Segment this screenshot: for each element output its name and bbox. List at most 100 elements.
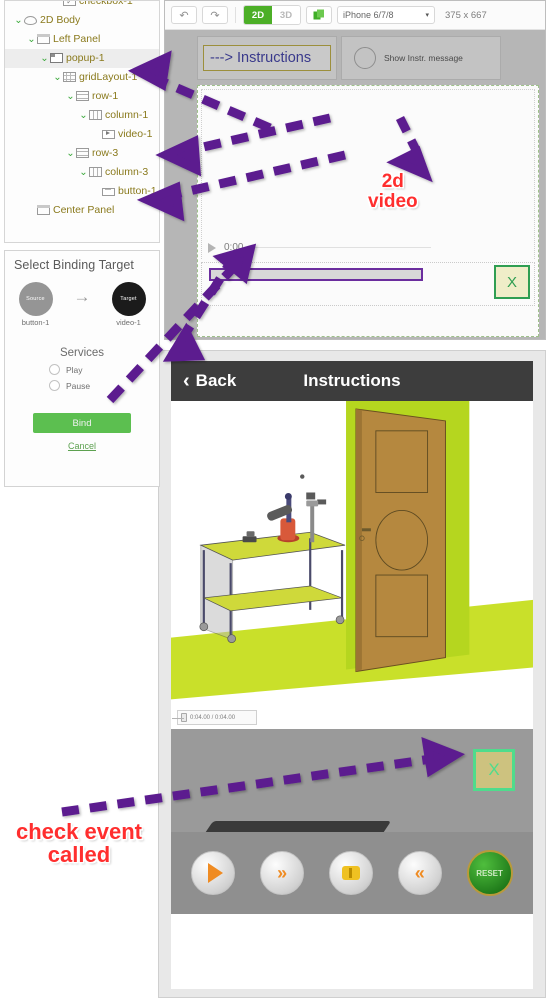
chevron-down-icon[interactable]: ⌄: [26, 34, 37, 45]
bind-button[interactable]: Bind: [33, 413, 131, 433]
grid-icon-wrap: [63, 72, 76, 83]
video-time-label: 0:00: [224, 242, 244, 253]
tree-item-label: column-1: [105, 109, 149, 122]
fast-forward-icon: »: [277, 862, 288, 883]
radio-icon[interactable]: [49, 364, 60, 375]
column-icon: [89, 167, 102, 177]
video-widget[interactable]: 0:00: [201, 89, 535, 259]
chevron-down-icon[interactable]: ⌄: [65, 148, 76, 159]
button-icon: [102, 188, 115, 196]
scene-time-readout[interactable]: 0:04.00 / 0:04.00: [172, 710, 257, 725]
tree-item-video-1[interactable]: video-1: [5, 125, 159, 144]
video-icon-wrap: [102, 129, 115, 140]
popup-icon: [50, 53, 63, 63]
target-circle: Target: [111, 282, 146, 316]
device-select[interactable]: iPhone 6/7/8 ▾: [337, 6, 435, 24]
chevron-down-icon: ▾: [425, 12, 429, 19]
device-select-value: iPhone 6/7/8: [343, 10, 394, 20]
chevron-down-icon[interactable]: ⌄: [39, 53, 50, 64]
tree-item-column-3[interactable]: ⌄ column-3: [5, 163, 159, 182]
reset-button[interactable]: RESET: [466, 850, 513, 896]
tree-item-button-1[interactable]: button-1: [5, 182, 159, 201]
tree-item-checkbox-1[interactable]: ✓ checkbox-1: [5, 1, 159, 11]
column-icon-wrap: [89, 110, 102, 121]
instructions-button-cell[interactable]: ---> Instructions: [197, 36, 337, 80]
undo-icon[interactable]: ↶: [171, 6, 197, 24]
device-dimensions: 375 x 667: [445, 9, 487, 21]
annotation-check-event: check event called: [16, 820, 142, 866]
checkbox-icon: ✓: [63, 1, 76, 6]
fast-forward-button[interactable]: »: [260, 851, 305, 895]
service-radio-label: Play: [66, 364, 83, 375]
tree-item-row-1[interactable]: ⌄ row-1: [5, 87, 159, 106]
panel-icon: [37, 34, 50, 44]
back-button-label[interactable]: Back: [196, 371, 237, 391]
tree-item-label: column-3: [105, 166, 149, 179]
binding-panel-title: Select Binding Target: [14, 258, 135, 272]
show-instr-message-cell[interactable]: Show Instr. message: [341, 36, 501, 80]
tree-item-gridlayout-1[interactable]: ⌄ gridLayout-1: [5, 68, 159, 87]
chevron-down-icon[interactable]: ⌄: [78, 110, 89, 121]
play-icon[interactable]: [208, 242, 216, 253]
preview-screen: ‹ Back Instructions 0:04.00 / 0:04.00 X …: [171, 361, 533, 989]
mode-3d-button[interactable]: 3D: [272, 6, 300, 24]
pause-button[interactable]: [328, 851, 373, 895]
tree-item-label: button-1: [118, 185, 157, 198]
copy-icon[interactable]: [306, 6, 332, 24]
tree-list: ✓ checkbox-1 ⌄ 2D Body ⌄ Left Panel ⌄ popup-1 ⌄ g…: [5, 1, 159, 220]
tree-item-column-1[interactable]: ⌄ column-1: [5, 106, 159, 125]
editor-canvas-panel: ↶ ↷ 2D 3D iPhone 6/7/8 ▾ 375 x 667 ---> …: [164, 0, 546, 340]
binding-source[interactable]: Source button-1: [14, 282, 58, 327]
panel-icon-wrap: [37, 205, 50, 216]
back-chevron-icon[interactable]: ‹: [183, 370, 190, 393]
tree-item-left-panel[interactable]: ⌄ Left Panel: [5, 30, 159, 49]
column-icon: [89, 110, 102, 120]
checkbox-icon[interactable]: [354, 47, 376, 69]
show-instr-message-label: Show Instr. message: [384, 53, 463, 63]
grid-icon: [63, 72, 76, 82]
popup-container: 0:00 X: [197, 85, 539, 337]
view-mode-group[interactable]: 2D 3D: [243, 5, 301, 25]
preview-x-button[interactable]: X: [473, 749, 515, 791]
playback-control-bar: » « RESET: [171, 832, 533, 914]
progress-bar[interactable]: [209, 268, 423, 281]
slider-row: X: [201, 262, 535, 306]
tree-item-label: video-1: [118, 128, 153, 141]
service-radio-label: Pause: [66, 380, 91, 391]
tree-item-popup-1[interactable]: ⌄ popup-1: [5, 49, 159, 68]
video-controls[interactable]: 0:00: [208, 242, 432, 253]
panel-icon: [37, 205, 50, 215]
chevron-down-icon[interactable]: ⌄: [13, 15, 24, 26]
instructions-button[interactable]: ---> Instructions: [203, 45, 331, 71]
scene-time-track: [172, 718, 184, 719]
3d-scene-viewport[interactable]: 0:04.00 / 0:04.00: [171, 401, 533, 729]
radio-icon[interactable]: [49, 380, 60, 391]
tree-item-label: 2D Body: [40, 14, 81, 27]
video-timeline[interactable]: [251, 247, 432, 248]
cancel-link[interactable]: Cancel: [5, 441, 159, 451]
binding-arrow-icon: →: [73, 287, 91, 306]
canvas-x-button[interactable]: X: [494, 265, 530, 299]
service-radio-play[interactable]: Play: [49, 364, 159, 375]
binding-target-panel: Select Binding Target Source button-1 → …: [4, 250, 160, 487]
tree-item-label: popup-1: [66, 52, 105, 65]
checkbox-icon-wrap: ✓: [63, 1, 76, 7]
chevron-down-icon[interactable]: ⌄: [52, 72, 63, 83]
tree-item-center-panel[interactable]: Center Panel: [5, 201, 159, 220]
rewind-button[interactable]: «: [397, 851, 442, 895]
chevron-down-icon[interactable]: ⌄: [78, 167, 89, 178]
service-radio-pause[interactable]: Pause: [49, 380, 159, 391]
component-tree-panel[interactable]: ✓ checkbox-1 ⌄ 2D Body ⌄ Left Panel ⌄ popup-1 ⌄ g…: [4, 0, 160, 243]
editor-toolbar: ↶ ↷ 2D 3D iPhone 6/7/8 ▾ 375 x 667: [165, 1, 545, 30]
mode-2d-button[interactable]: 2D: [244, 6, 272, 24]
play-button[interactable]: [191, 851, 236, 895]
binding-target[interactable]: Target video-1: [107, 282, 151, 327]
tree-item-2d-body[interactable]: ⌄ 2D Body: [5, 11, 159, 30]
chevron-down-icon[interactable]: ⌄: [65, 91, 76, 102]
services-radio-group[interactable]: Play Pause: [5, 364, 159, 391]
device-preview-panel: ‹ Back Instructions 0:04.00 / 0:04.00 X …: [158, 350, 546, 998]
target-name: video-1: [116, 318, 141, 327]
scene-time-text: 0:04.00 / 0:04.00: [190, 714, 236, 721]
tree-item-row-3[interactable]: ⌄ row-3: [5, 144, 159, 163]
redo-icon[interactable]: ↷: [202, 6, 228, 24]
